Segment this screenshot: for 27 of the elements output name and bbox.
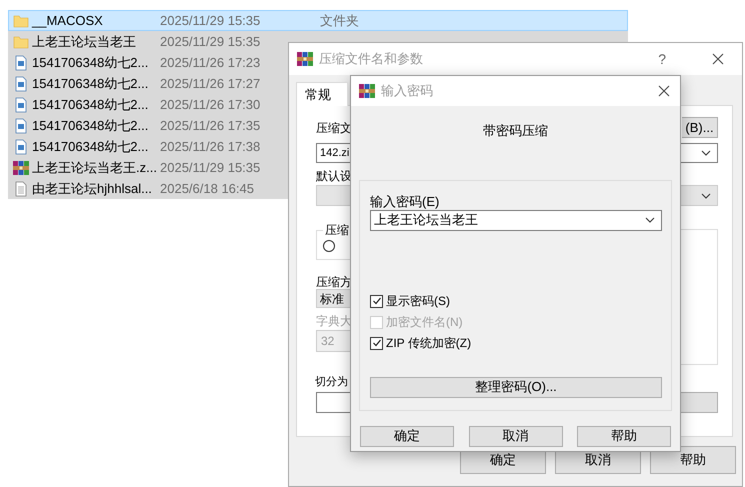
file-name: 1541706348幼七2... [32, 138, 150, 156]
file-name: __MACOSX [32, 12, 104, 30]
modified-date: 2025/11/26 17:27 [160, 76, 260, 90]
dialog-heading: 带密码压缩 [483, 122, 548, 140]
file-name: 1541706348幼七2... [32, 54, 150, 72]
file-name: 1541706348幼七2... [32, 116, 150, 135]
field-label: 切分为 [315, 375, 348, 390]
modified-date: 2025/11/29 15:35 [160, 34, 260, 48]
window-title: 压缩文件名和参数 [319, 50, 423, 68]
modified-date: 2025/11/26 17:23 [160, 54, 260, 70]
file-type: 文件夹 [320, 12, 359, 30]
file-name: 由老王论坛hjhhlsal... [32, 180, 153, 198]
window-title: 输入密码 [381, 82, 433, 100]
file-name: 1541706348幼七2... [32, 74, 150, 93]
field-label: 压缩文 [316, 120, 352, 136]
group-label: 压缩 [324, 222, 350, 239]
file-name: 1541706348幼七2... [32, 96, 150, 114]
field-label: 输入密码(E) [370, 192, 440, 208]
field-label: 默认设 [316, 168, 352, 185]
modified-date: 2025/11/26 17:38 [160, 138, 260, 154]
file-name: 上老王论坛当老王.z... [32, 158, 158, 177]
modified-date: 2025/11/26 17:35 [160, 118, 260, 132]
modified-date: 2025/11/29 15:35 [160, 160, 260, 174]
modified-date: 2025/6/18 16:45 [160, 180, 254, 196]
modified-date: 2025/11/26 17:30 [160, 96, 260, 112]
modified-date: 2025/11/29 15:35 [160, 12, 260, 28]
file-name: 上老王论坛当老王 [32, 32, 137, 51]
